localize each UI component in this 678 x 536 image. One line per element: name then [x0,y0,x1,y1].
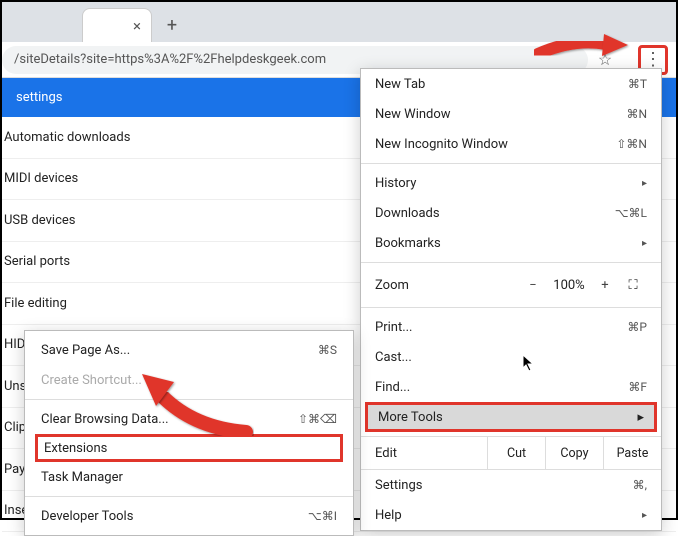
menu-label: New Window [375,107,451,122]
menu-new-incognito[interactable]: New Incognito Window ⇧⌘N [361,129,661,159]
submenu-developer-tools[interactable]: Developer Tools ⌥⌘I [25,501,353,531]
menu-history[interactable]: History ▸ [361,168,661,198]
menu-label: Cast... [375,350,412,365]
fullscreen-icon[interactable]: ⛶ [619,278,647,293]
menu-shortcut: ⇧⌘N [616,137,647,151]
menu-label: Print... [375,320,412,335]
browser-tab[interactable]: × [82,8,152,42]
new-tab-button[interactable]: + [158,11,186,39]
menu-label: New Incognito Window [375,137,508,152]
settings-label: Serial ports [4,254,70,269]
menu-label: Developer Tools [41,509,133,524]
zoom-percent: 100% [547,278,591,293]
menu-label: Help [375,508,402,523]
submenu-arrow-icon: ▸ [642,510,647,521]
menu-separator [361,262,661,263]
more-tools-submenu: Save Page As... ⌘S Create Shortcut... Cle… [24,330,354,536]
kebab-menu-icon[interactable]: ⋮ [644,49,662,70]
menu-label: New Tab [375,77,425,92]
menu-label: Extensions [44,441,107,456]
menu-label: Bookmarks [375,236,441,251]
menu-shortcut: ⌘S [318,343,337,357]
settings-label: Automatic downloads [4,130,130,145]
chrome-main-menu: New Tab ⌘T New Window ⌘N New Incognito Win… [360,68,662,531]
menu-separator [25,399,353,400]
cursor-icon [522,354,536,376]
menu-label: Clear Browsing Data... [41,412,169,427]
submenu-arrow-icon: ▸ [637,410,644,425]
menu-label: Save Page As... [41,343,130,358]
menu-label: History [375,176,416,191]
zoom-in-button[interactable]: + [591,278,619,293]
submenu-arrow-icon: ▸ [642,238,647,249]
menu-zoom-row: Zoom − 100% + ⛶ [361,267,661,303]
menu-separator [361,163,661,164]
menu-find[interactable]: Find... ⌘F [361,372,661,402]
menu-separator [25,496,353,497]
menu-shortcut: ⌘T [628,77,647,91]
banner-text: settings [16,90,62,105]
menu-print[interactable]: Print... ⌘P [361,312,661,342]
menu-label: Find... [375,380,410,395]
menu-shortcut: ⌥⌘I [308,509,337,523]
menu-separator [361,307,661,308]
menu-label: Settings [375,478,422,493]
zoom-out-button[interactable]: − [519,278,547,293]
settings-label: MIDI devices [4,171,78,186]
menu-shortcut: ⌘N [626,107,647,121]
menu-new-tab[interactable]: New Tab ⌘T [361,69,661,99]
menu-shortcut: ⌘P [627,320,647,334]
menu-shortcut: ⇧⌘⌫ [298,412,337,426]
menu-label: Downloads [375,206,440,221]
menu-edit-row: Edit Cut Copy Paste [361,436,661,470]
menu-new-window[interactable]: New Window ⌘N [361,99,661,129]
menu-bookmarks[interactable]: Bookmarks ▸ [361,228,661,258]
menu-shortcut: ⌥⌘L [615,206,647,220]
bookmark-star-icon[interactable]: ☆ [594,50,616,69]
menu-shortcut: ⌘F [628,380,647,394]
edit-copy-button[interactable]: Copy [545,437,603,469]
edit-cut-button[interactable]: Cut [487,437,545,469]
menu-label: Create Shortcut... [41,373,142,388]
menu-label: Edit [375,446,487,461]
close-tab-icon[interactable]: × [133,17,141,35]
menu-downloads[interactable]: Downloads ⌥⌘L [361,198,661,228]
submenu-create-shortcut: Create Shortcut... [25,365,353,395]
menu-more-tools[interactable]: More Tools ▸ [365,402,657,432]
submenu-extensions[interactable]: Extensions [35,434,343,462]
menu-label: More Tools [378,410,443,425]
edit-paste-button[interactable]: Paste [603,437,661,469]
menu-label: Task Manager [41,470,123,485]
menu-label: Zoom [375,278,519,293]
browser-tab-strip: × + [2,2,676,42]
menu-settings[interactable]: Settings ⌘, [361,470,661,500]
settings-label: File editing [4,296,67,311]
submenu-save-page[interactable]: Save Page As... ⌘S [25,335,353,365]
submenu-arrow-icon: ▸ [642,178,647,189]
submenu-clear-browsing-data[interactable]: Clear Browsing Data... ⇧⌘⌫ [25,404,353,434]
submenu-task-manager[interactable]: Task Manager [25,462,353,492]
menu-cast[interactable]: Cast... [361,342,661,372]
menu-shortcut: ⌘, [633,478,647,492]
menu-help[interactable]: Help ▸ [361,500,661,530]
settings-label: USB devices [4,213,75,228]
